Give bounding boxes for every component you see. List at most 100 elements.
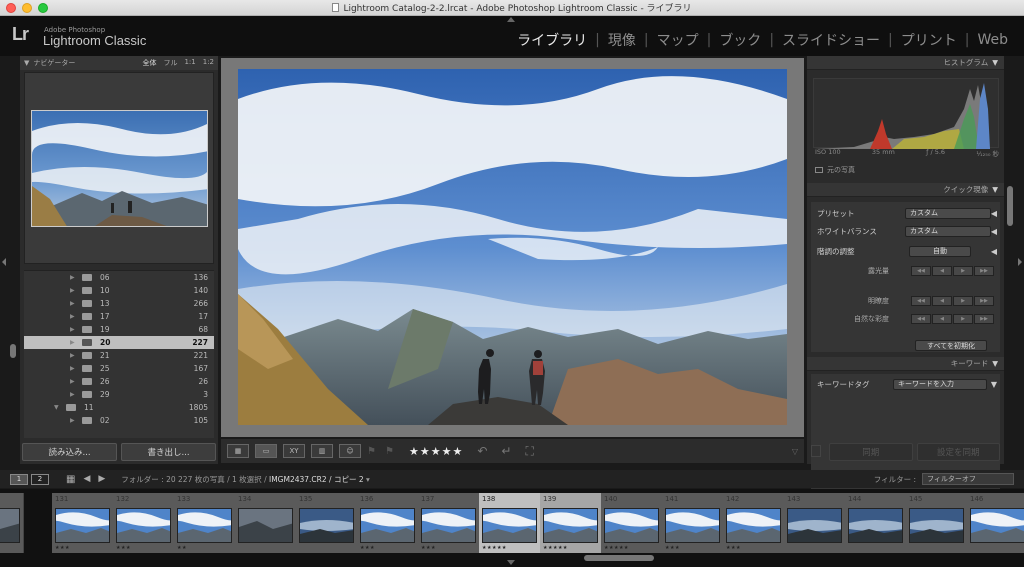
auto-tone-button[interactable]: 自動 — [909, 245, 971, 257]
vibrance-big-increase[interactable]: ▶▶ — [974, 314, 994, 324]
quick-develop-header[interactable]: クイック現像 ▼ — [807, 183, 1004, 197]
grid-icon[interactable]: ▦ — [66, 474, 75, 485]
filmstrip-cell[interactable]: 132 ★★★ — [113, 493, 175, 553]
thumbnail[interactable] — [177, 508, 232, 543]
keyword-header[interactable]: キーワード ▼ — [807, 357, 1004, 371]
folder-row[interactable]: ▶ 13 266 — [24, 297, 214, 310]
thumbnail[interactable] — [543, 508, 598, 543]
rating-stars[interactable]: ★★★★★ — [409, 445, 463, 458]
filmstrip-cell[interactable]: 135 — [296, 493, 358, 553]
module-tab[interactable]: マップ — [649, 30, 707, 50]
toolbar-menu-icon[interactable]: ▽ — [792, 447, 798, 456]
module-tab[interactable]: スライドショー — [774, 30, 888, 50]
loupe-view-button[interactable]: ▭ — [255, 444, 277, 458]
filmstrip-cell[interactable]: 145 — [906, 493, 968, 553]
clarity-increase[interactable]: ▶ — [953, 296, 973, 306]
disclosure-icon[interactable]: ▶ — [70, 391, 75, 398]
filmstrip-scrollbar[interactable] — [584, 555, 654, 561]
folder-row[interactable]: ▶ 25 167 — [24, 362, 214, 375]
survey-view-button[interactable]: ▥ — [311, 444, 333, 458]
close-window-button[interactable] — [6, 3, 16, 13]
import-button[interactable]: 読み込み... — [22, 443, 117, 461]
exposure-increase[interactable]: ▶ — [953, 266, 973, 276]
folder-row[interactable]: ▶ 21 221 — [24, 349, 214, 362]
filmstrip-cell[interactable]: 139 ★★★★★ — [540, 493, 602, 553]
filmstrip-cell[interactable]: 136 ★★★ — [357, 493, 419, 553]
white-balance-select[interactable]: カスタム — [905, 225, 991, 237]
folder-row[interactable]: ▶ 10 140 — [24, 284, 214, 297]
folder-row[interactable]: ▶ 19 68 — [24, 323, 214, 336]
rotate-right-icon[interactable]: ↵ — [501, 444, 511, 458]
module-tab[interactable]: Web — [969, 32, 1016, 48]
filmstrip-cell[interactable] — [0, 493, 24, 553]
navigator-preview[interactable] — [24, 72, 214, 264]
zoom-option[interactable]: 1:1 — [184, 58, 195, 68]
expand-icon[interactable]: ◀ — [991, 227, 997, 236]
filmstrip-cell[interactable]: 140 ★★★★★ — [601, 493, 663, 553]
navigator-header[interactable]: ▼ ナビゲーター 全体 フル 1:1 1:2 — [20, 56, 218, 70]
filmstrip-cell[interactable]: 143 — [784, 493, 846, 553]
preset-select[interactable]: カスタム — [905, 207, 991, 219]
thumbnail[interactable] — [604, 508, 659, 543]
disclosure-icon[interactable]: ▶ — [70, 313, 75, 320]
clarity-big-decrease[interactable]: ◀◀ — [911, 296, 931, 306]
export-button[interactable]: 書き出し... — [121, 443, 216, 461]
folder-row[interactable]: ▶ 06 136 — [24, 271, 214, 284]
disclosure-icon[interactable]: ▶ — [70, 339, 75, 346]
panel-collapse-icon[interactable]: ▼ — [24, 59, 29, 67]
thumbnail[interactable] — [421, 508, 476, 543]
main-photo[interactable] — [238, 69, 787, 425]
thumbnail[interactable] — [482, 508, 537, 543]
clarity-big-increase[interactable]: ▶▶ — [974, 296, 994, 306]
forward-arrow-icon[interactable]: ▶ — [98, 474, 105, 484]
keyword-tag-select[interactable]: キーワードを入力 — [893, 378, 987, 390]
compare-view-button[interactable]: XY — [283, 444, 305, 458]
exposure-big-decrease[interactable]: ◀◀ — [911, 266, 931, 276]
rotate-left-icon[interactable]: ↶ — [477, 444, 487, 458]
disclosure-icon[interactable]: ▶ — [70, 287, 75, 294]
folder-row[interactable]: ▶ 20 227 — [24, 336, 214, 349]
collapse-left-panel-icon[interactable] — [2, 258, 6, 266]
disclosure-icon[interactable]: ▶ — [70, 378, 75, 385]
panel-collapse-icon[interactable]: ▼ — [992, 359, 998, 368]
expand-icon[interactable]: ▼ — [991, 380, 997, 389]
thumbnail[interactable] — [116, 508, 171, 543]
sync-button[interactable]: 同期 — [829, 443, 913, 461]
filmstrip-cell[interactable]: 134 — [235, 493, 297, 553]
thumbnail[interactable] — [726, 508, 781, 543]
collapse-right-panel-icon[interactable] — [1018, 258, 1022, 266]
module-tab[interactable]: ブック — [711, 30, 769, 50]
vibrance-big-decrease[interactable]: ◀◀ — [911, 314, 931, 324]
thumbnail[interactable] — [970, 508, 1024, 543]
thumbnail[interactable] — [909, 508, 964, 543]
collapse-filmstrip-icon[interactable] — [507, 560, 515, 565]
zoom-option[interactable]: 1:2 — [203, 58, 214, 68]
exposure-big-increase[interactable]: ▶▶ — [974, 266, 994, 276]
people-view-button[interactable]: ☺ — [339, 444, 361, 458]
back-arrow-icon[interactable]: ◀ — [83, 474, 90, 484]
thumbnail[interactable] — [360, 508, 415, 543]
reset-all-button[interactable]: すべてを初期化 — [915, 340, 987, 351]
panel-collapse-icon[interactable]: ▼ — [992, 58, 998, 67]
disclosure-icon[interactable]: ▼ — [54, 404, 59, 411]
thumbnail[interactable] — [0, 508, 20, 543]
disclosure-icon[interactable]: ▶ — [70, 274, 75, 281]
thumbnail[interactable] — [787, 508, 842, 543]
source-dropdown-icon[interactable]: ▾ — [366, 475, 370, 484]
clarity-decrease[interactable]: ◀ — [932, 296, 952, 306]
navigator-thumbnail[interactable] — [31, 110, 208, 227]
histogram-header[interactable]: ヒストグラム ▼ — [807, 56, 1004, 70]
filmstrip-cell[interactable]: 137 ★★★ — [418, 493, 480, 553]
module-tab[interactable]: 現像 — [600, 30, 644, 50]
filmstrip-cell[interactable]: 131 ★★★ — [52, 493, 114, 553]
folder-row[interactable]: ▶ 02 105 — [24, 414, 214, 427]
expand-icon[interactable]: ◀ — [991, 247, 997, 256]
left-panel-scrollbar[interactable] — [10, 344, 16, 358]
disclosure-icon[interactable]: ▶ — [70, 300, 75, 307]
filmstrip-cell[interactable]: 133 ★★ — [174, 493, 236, 553]
zoom-window-button[interactable] — [38, 3, 48, 13]
module-tab[interactable]: ライブラリ — [509, 30, 595, 50]
filmstrip-cell[interactable]: 138 ★★★★★ — [479, 493, 541, 553]
disclosure-icon[interactable]: ▶ — [70, 417, 75, 424]
minimize-window-button[interactable] — [22, 3, 32, 13]
